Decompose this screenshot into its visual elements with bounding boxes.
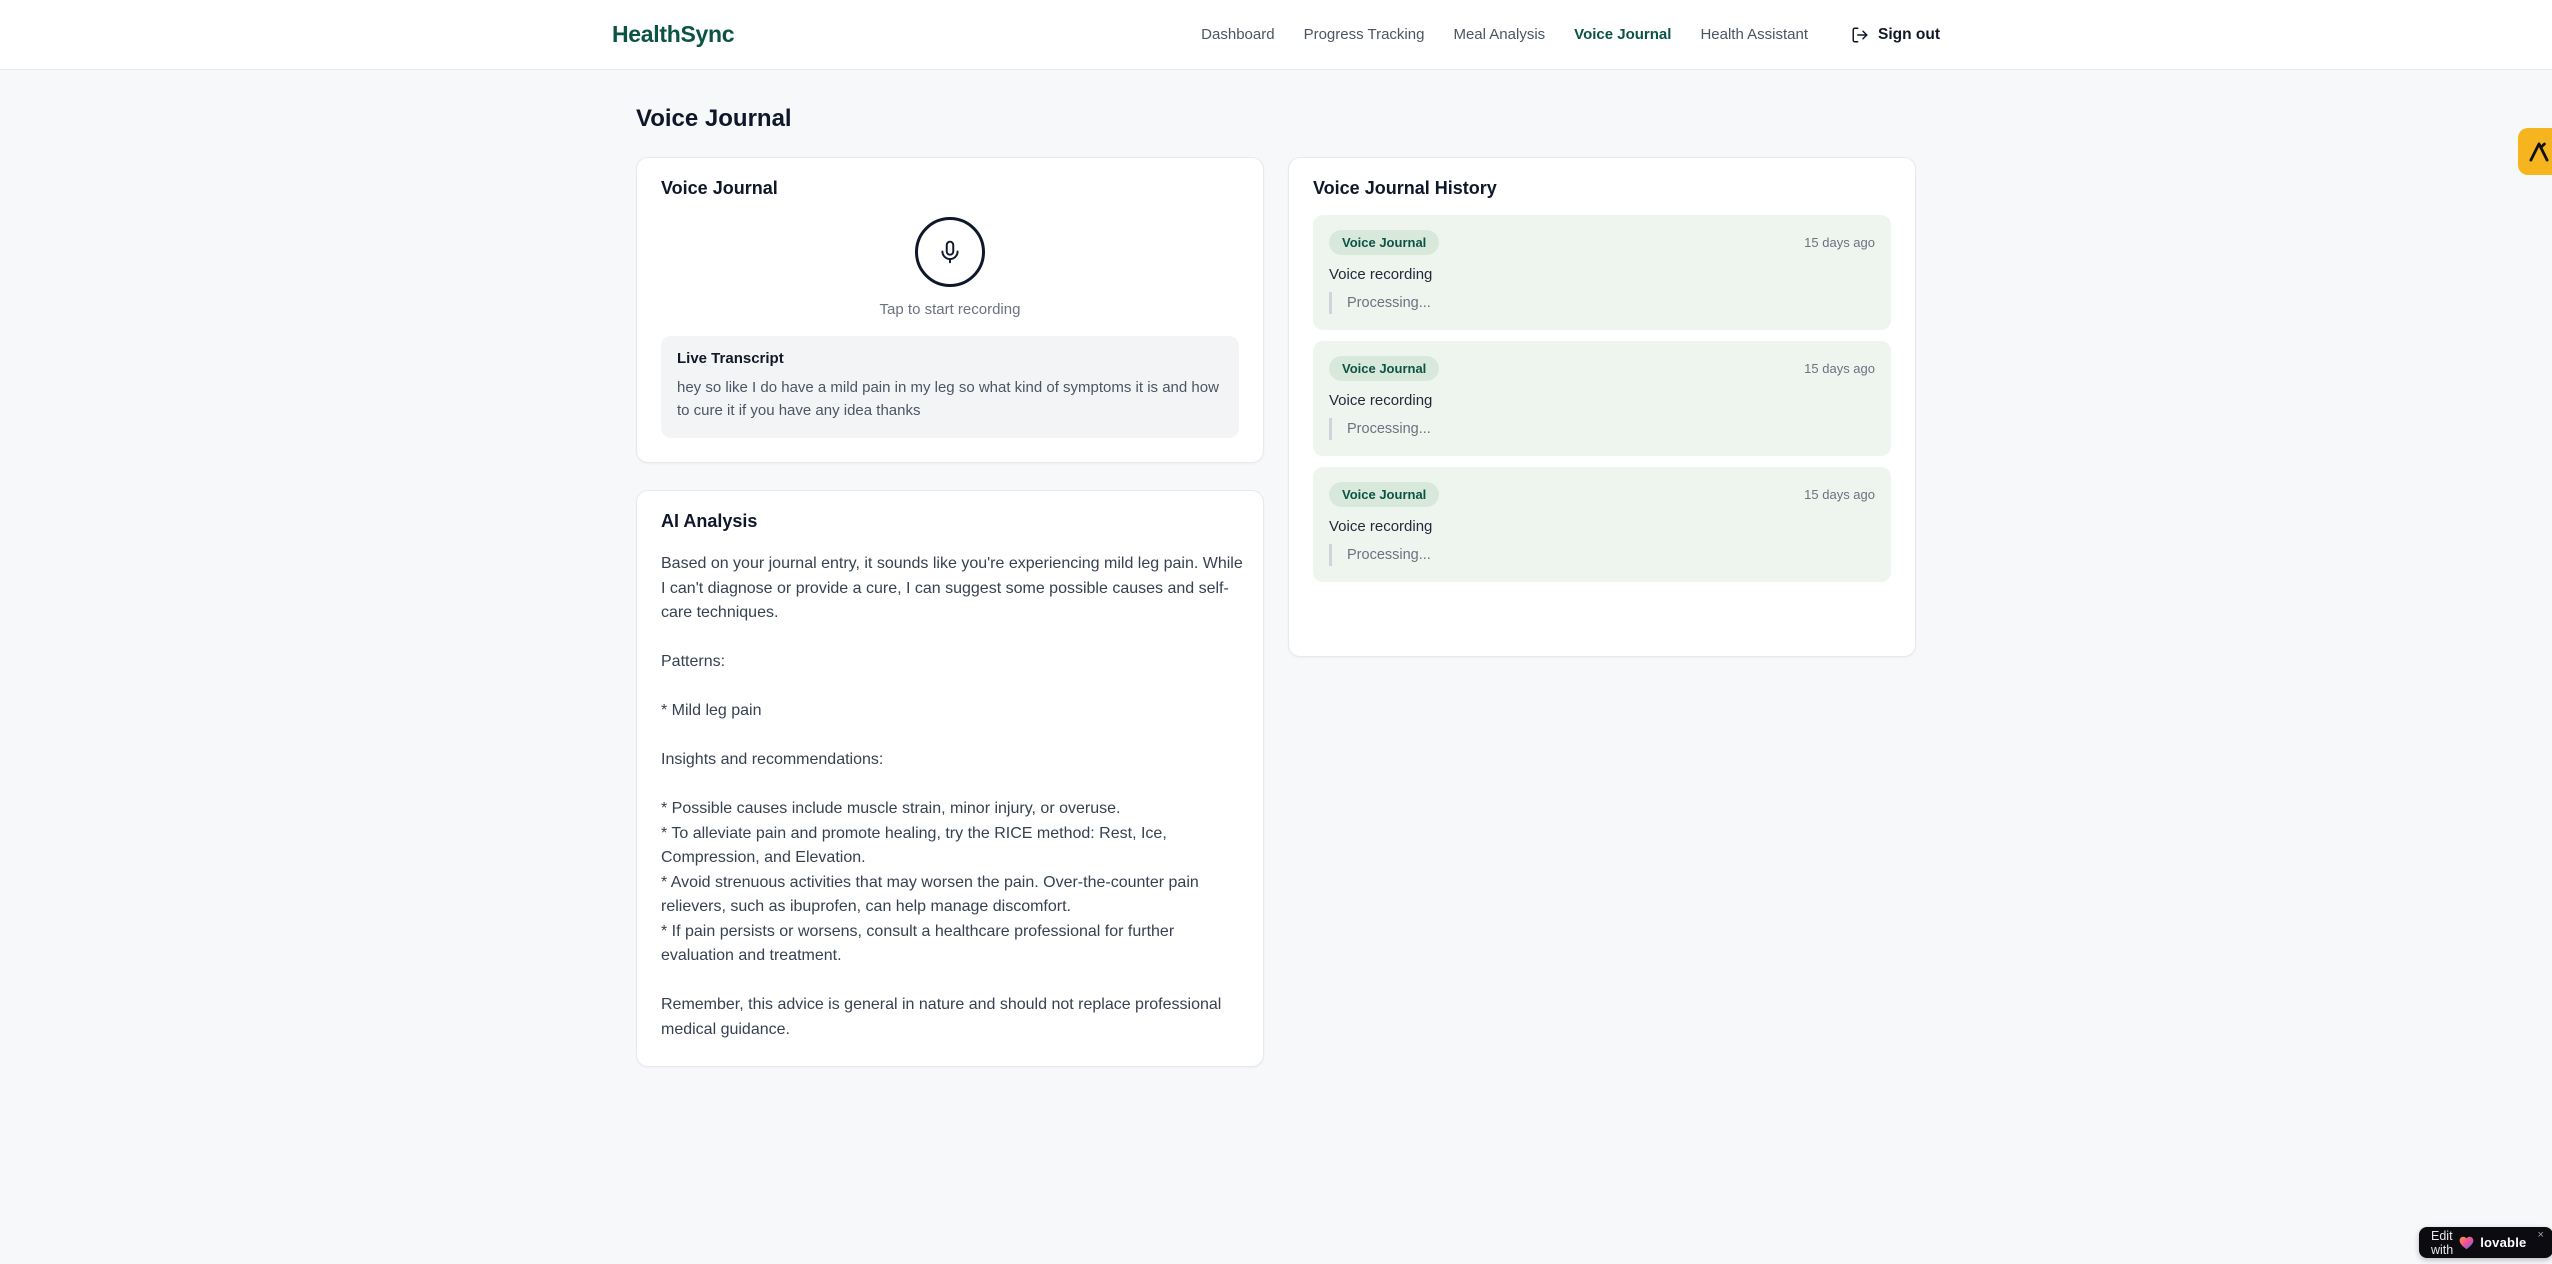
voice-journal-history-card: Voice Journal History Voice Journal 15 d… [1288,157,1916,657]
entry-type-badge: Voice Journal [1329,356,1440,381]
app-logo[interactable]: HealthSync [612,21,735,48]
nav-item-meal-analysis[interactable]: Meal Analysis [1453,26,1545,43]
history-entry-header: Voice Journal 15 days ago [1329,230,1875,255]
ai-analysis-card: AI Analysis Based on your journal entry,… [636,490,1264,1067]
history-entry[interactable]: Voice Journal 15 days ago Voice recordin… [1313,341,1891,456]
voice-recorder-card: Voice Journal Tap to start recording Liv… [636,157,1264,463]
entry-label: Voice recording [1329,266,1433,283]
edit-with-label: Edit with [2431,1228,2454,1257]
close-icon[interactable]: × [2537,1230,2543,1241]
nav-item-health-assistant[interactable]: Health Assistant [1700,26,1808,43]
entry-type-badge: Voice Journal [1329,230,1440,255]
ai-analysis-title: AI Analysis [661,511,758,531]
history-list: Voice Journal 15 days ago Voice recordin… [1313,215,1891,582]
nav-item-voice-journal[interactable]: Voice Journal [1574,26,1671,43]
edit-with-lovable-badge[interactable]: Edit with lovable × [2419,1227,2552,1258]
history-entry[interactable]: Voice Journal 15 days ago Voice recordin… [1313,215,1891,330]
live-transcript-box: Live Transcript hey so like I do have a … [661,336,1239,438]
history-entry[interactable]: Voice Journal 15 days ago Voice recordin… [1313,467,1891,582]
nav-item-progress-tracking[interactable]: Progress Tracking [1304,26,1425,43]
main-nav: Dashboard Progress Tracking Meal Analysi… [1201,26,1940,44]
lovable-brand-label: lovable [2480,1235,2527,1250]
logout-icon [1851,26,1869,44]
side-panel-badge[interactable] [2518,128,2552,175]
history-entry-header: Voice Journal 15 days ago [1329,356,1875,381]
nav-item-dashboard[interactable]: Dashboard [1201,26,1274,43]
live-transcript-text: hey so like I do have a mild pain in my … [677,379,1219,419]
entry-timestamp: 15 days ago [1804,361,1875,376]
entry-timestamp: 15 days ago [1804,487,1875,502]
live-transcript-title: Live Transcript [677,350,784,367]
microphone-icon [937,239,963,265]
recorder-card-title: Voice Journal [661,178,778,198]
entry-label: Voice recording [1329,392,1433,409]
entry-processing-status: Processing... [1329,292,1875,314]
lambda-logo-icon [2526,139,2552,165]
history-card-title: Voice Journal History [1313,178,1497,198]
page-title: Voice Journal [636,105,792,132]
header-container: HealthSync Dashboard Progress Tracking M… [612,0,1940,69]
tap-to-record-hint: Tap to start recording [879,301,1021,318]
app-header: HealthSync Dashboard Progress Tracking M… [0,0,2552,70]
entry-timestamp: 15 days ago [1804,235,1875,250]
ai-analysis-body: Based on your journal entry, it sounds l… [661,555,1243,1038]
lovable-heart-icon [2459,1236,2474,1250]
entry-processing-status: Processing... [1329,418,1875,440]
history-entry-header: Voice Journal 15 days ago [1329,482,1875,507]
left-column: Voice Journal Tap to start recording Liv… [636,157,1264,1067]
record-button[interactable] [915,217,985,287]
entry-label: Voice recording [1329,518,1433,535]
entry-processing-status: Processing... [1329,544,1875,566]
sign-out-button[interactable]: Sign out [1851,26,1940,44]
entry-type-badge: Voice Journal [1329,482,1440,507]
sign-out-label: Sign out [1878,25,1940,43]
content-grid: Voice Journal Tap to start recording Liv… [636,157,1916,1067]
mic-section [661,217,1239,287]
main-content: Voice Journal Voice Journal Tap to start… [636,70,1916,1067]
